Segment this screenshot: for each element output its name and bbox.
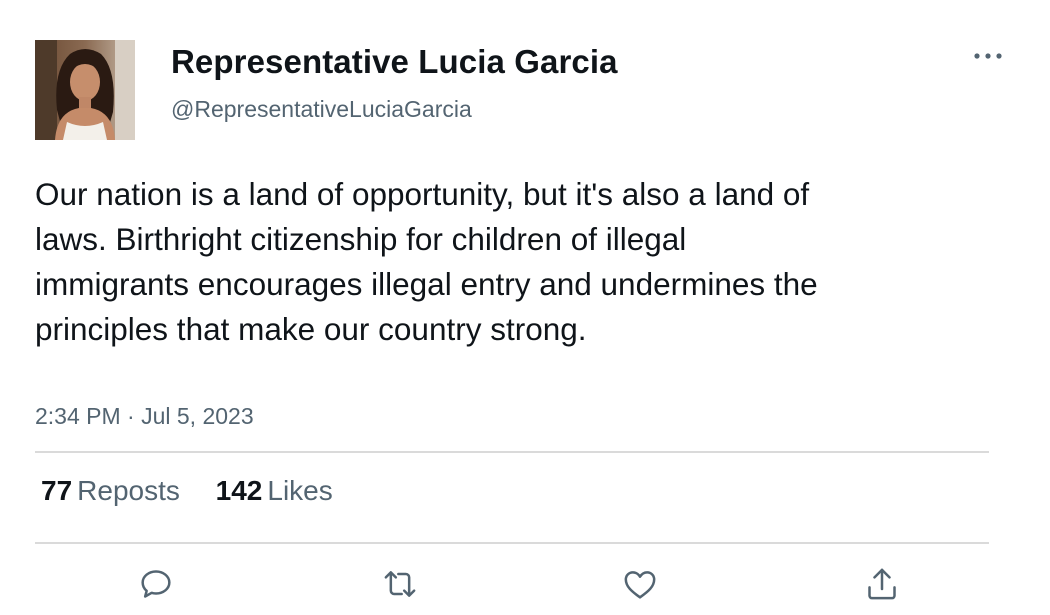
author-display-name[interactable]: Representative Lucia Garcia [171,43,618,81]
share-icon [868,568,896,600]
engagement-stats: 77 Reposts 142 Likes [41,475,361,507]
tweet-text: Our nation is a land of opportunity, but… [35,176,818,347]
repost-button[interactable] [378,562,422,606]
reply-icon [141,570,171,598]
like-button[interactable] [618,562,662,606]
repost-icon [384,571,416,597]
tweet-timestamp[interactable]: 2:34 PM · Jul 5, 2023 [35,403,254,430]
avatar-photo [35,40,135,140]
reply-button[interactable] [134,562,178,606]
reposts-label: Reposts [77,475,180,506]
share-button[interactable] [860,562,904,606]
more-icon [974,53,1002,59]
divider [35,542,989,544]
reposts-stat[interactable]: 77 Reposts [41,475,180,507]
divider [35,451,989,453]
likes-label: Likes [267,475,333,506]
reposts-count: 77 [41,475,73,506]
avatar[interactable] [35,40,135,140]
author-handle[interactable]: @RepresentativeLuciaGarcia [171,96,472,123]
tweet-card: Representative Lucia Garcia @Representat… [0,0,1050,615]
like-icon [624,571,656,599]
likes-count: 142 [215,475,263,506]
likes-stat[interactable]: 142 Likes [216,475,333,507]
more-options-button[interactable] [968,42,1008,70]
